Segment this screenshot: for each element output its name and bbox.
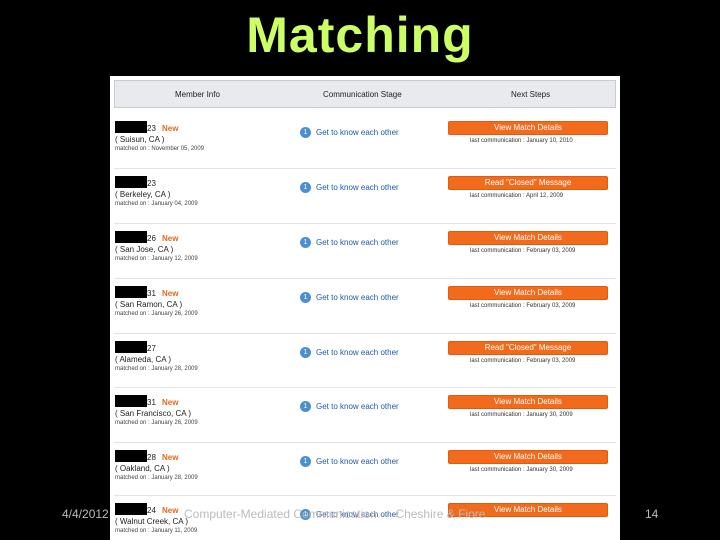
member-age: 23 xyxy=(147,179,156,188)
redacted-name xyxy=(115,341,147,353)
match-row: 23 ( Berkeley, CA ) matched on : January… xyxy=(110,168,620,230)
member-city: ( Walnut Creek, CA ) xyxy=(115,517,189,526)
new-badge: New xyxy=(162,124,179,133)
member-city: ( Berkeley, CA ) xyxy=(115,190,171,199)
matched-date: matched on : January 12, 2009 xyxy=(115,256,198,262)
page-number: 14 xyxy=(645,507,659,521)
slide-title: Matching xyxy=(246,7,474,63)
footer-date: 4/4/2012 xyxy=(62,507,109,521)
match-row: 23 New ( Suisun, CA ) matched on : Novem… xyxy=(110,121,620,175)
header-communication-stage: Communication Stage xyxy=(323,90,402,99)
match-row: 31 New ( San Ramon, CA ) matched on : Ja… xyxy=(110,278,620,340)
row-divider xyxy=(114,495,616,496)
matched-date: matched on : January 26, 2009 xyxy=(115,420,198,426)
new-badge: New xyxy=(162,453,179,462)
new-badge: New xyxy=(162,506,179,515)
stage-number-icon: 1 xyxy=(300,127,311,138)
match-row: 26 New ( San Jose, CA ) matched on : Jan… xyxy=(110,223,620,285)
redacted-name xyxy=(115,395,147,407)
matched-date: matched on : November 05, 2009 xyxy=(115,146,205,152)
row-divider xyxy=(114,278,616,279)
stage-link[interactable]: Get to know each other xyxy=(316,183,399,192)
redacted-name xyxy=(115,231,147,243)
table-header: Member Info Communication Stage Next Ste… xyxy=(114,80,616,108)
new-badge: New xyxy=(162,289,179,298)
row-divider xyxy=(114,442,616,443)
stage-link[interactable]: Get to know each other xyxy=(316,128,399,137)
stage-number-icon: 1 xyxy=(300,237,311,248)
member-age: 31 xyxy=(147,398,156,407)
redacted-name xyxy=(115,286,147,298)
action-button[interactable]: Read "Closed" Message xyxy=(448,341,608,355)
matched-date: matched on : January 11, 2009 xyxy=(115,528,198,534)
row-divider xyxy=(114,387,616,388)
action-button[interactable]: View Match Details xyxy=(448,450,608,464)
match-row: 31 New ( San Francisco, CA ) matched on … xyxy=(110,387,620,449)
stage-link[interactable]: Get to know each other xyxy=(316,402,399,411)
redacted-name xyxy=(115,176,147,188)
stage-link[interactable]: Get to know each other xyxy=(316,348,399,357)
action-button[interactable]: View Match Details xyxy=(448,121,608,135)
stage-number-icon: 1 xyxy=(300,182,311,193)
header-next-steps: Next Steps xyxy=(511,90,551,99)
action-button[interactable]: View Match Details xyxy=(448,231,608,245)
member-age: 27 xyxy=(147,344,156,353)
last-communication: last communication : February 03, 2009 xyxy=(470,358,576,364)
header-member-info: Member Info xyxy=(175,90,220,99)
member-city: ( Oakland, CA ) xyxy=(115,464,170,473)
action-button[interactable]: Read "Closed" Message xyxy=(448,176,608,190)
matches-screenshot: Member Info Communication Stage Next Ste… xyxy=(110,76,620,540)
member-city: ( Suisun, CA ) xyxy=(115,135,165,144)
matched-date: matched on : January 28, 2009 xyxy=(115,366,198,372)
footer-text: Computer-Mediated Communication — Cheshi… xyxy=(184,507,486,521)
last-communication: last communication : January 30, 2009 xyxy=(470,467,573,473)
member-city: ( San Ramon, CA ) xyxy=(115,300,183,309)
redacted-name xyxy=(115,503,147,515)
row-divider xyxy=(114,168,616,169)
matched-date: matched on : January 26, 2009 xyxy=(115,311,198,317)
stage-number-icon: 1 xyxy=(300,401,311,412)
stage-link[interactable]: Get to know each other xyxy=(316,238,399,247)
last-communication: last communication : January 10, 2010 xyxy=(470,138,573,144)
matched-date: matched on : January 04, 2009 xyxy=(115,201,198,207)
member-city: ( San Francisco, CA ) xyxy=(115,409,192,418)
row-divider xyxy=(114,333,616,334)
stage-number-icon: 1 xyxy=(300,347,311,358)
row-divider xyxy=(114,223,616,224)
stage-link[interactable]: Get to know each other xyxy=(316,457,399,466)
redacted-name xyxy=(115,121,147,133)
member-city: ( San Jose, CA ) xyxy=(115,245,174,254)
matched-date: matched on : January 28, 2009 xyxy=(115,475,198,481)
member-age: 24 xyxy=(147,506,156,515)
stage-number-icon: 1 xyxy=(300,292,311,303)
stage-link[interactable]: Get to know each other xyxy=(316,293,399,302)
new-badge: New xyxy=(162,234,179,243)
last-communication: last communication : February 03, 2009 xyxy=(470,303,576,309)
member-age: 28 xyxy=(147,453,156,462)
new-badge: New xyxy=(162,398,179,407)
last-communication: last communication : February 03, 2009 xyxy=(470,248,576,254)
stage-number-icon: 1 xyxy=(300,456,311,467)
member-age: 26 xyxy=(147,234,156,243)
member-age: 31 xyxy=(147,289,156,298)
last-communication: last communication : January 30, 2009 xyxy=(470,412,573,418)
last-communication: last communication : April 12, 2009 xyxy=(470,193,564,199)
member-age: 23 xyxy=(147,124,156,133)
action-button[interactable]: View Match Details xyxy=(448,286,608,300)
redacted-name xyxy=(115,450,147,462)
action-button[interactable]: View Match Details xyxy=(448,395,608,409)
member-city: ( Alameda, CA ) xyxy=(115,355,172,364)
